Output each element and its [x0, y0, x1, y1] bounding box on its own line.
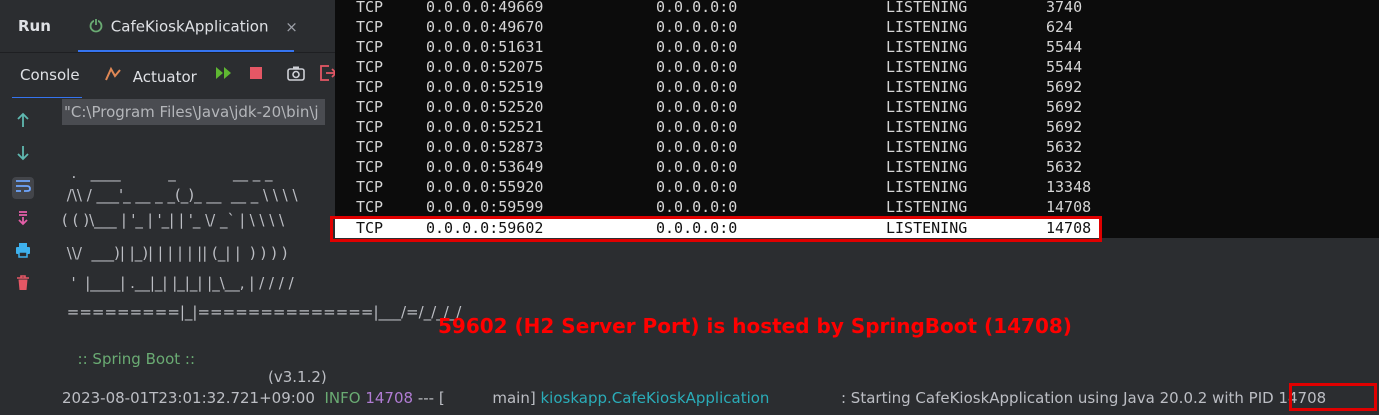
stop-icon[interactable]: [246, 65, 266, 85]
netstat-proto: TCP: [356, 78, 384, 96]
netstat-pid: 5692: [1046, 78, 1083, 96]
down-arrow-icon[interactable]: [12, 145, 34, 167]
netstat-proto: TCP: [356, 98, 384, 116]
netstat-state: LISTENING: [886, 58, 968, 76]
netstat-state: LISTENING: [886, 178, 968, 196]
spring-boot-version-line: :: Spring Boot :: (v3.1.2): [68, 332, 327, 386]
netstat-state: LISTENING: [886, 18, 968, 36]
netstat-state: LISTENING: [886, 78, 968, 96]
netstat-foreign-address: 0.0.0.0:0: [656, 0, 738, 16]
netstat-local-address: 0.0.0.0:49669: [426, 0, 544, 16]
netstat-state: LISTENING: [886, 198, 968, 216]
netstat-state: LISTENING: [886, 0, 968, 16]
netstat-proto: TCP: [356, 158, 384, 176]
netstat-local-address: 0.0.0.0:52520: [426, 98, 544, 116]
netstat-state: LISTENING: [886, 118, 968, 136]
netstat-local-address: 0.0.0.0:55920: [426, 178, 544, 196]
netstat-foreign-address: 0.0.0.0:0: [656, 178, 738, 196]
netstat-pid: 5544: [1046, 58, 1083, 76]
annotation-note: 59602 (H2 Server Port) is hosted by Spri…: [438, 314, 1072, 338]
netstat-proto: TCP: [356, 198, 384, 216]
netstat-foreign-address: 0.0.0.0:0: [656, 138, 738, 156]
log-logger[interactable]: kioskapp.CafeKioskApplication: [541, 389, 770, 407]
netstat-output: TCP 0.0.0.0:49669 0.0.0.0:0 LISTENING 3740 TC…: [335, 0, 1379, 238]
row-highlight-box: [330, 216, 1102, 242]
netstat-local-address: 0.0.0.0:52519: [426, 78, 544, 96]
banner-line: ' |____| .__|_| |_|_| |_\__, | / / / /: [62, 274, 294, 292]
netstat-local-address: 0.0.0.0:52075: [426, 58, 544, 76]
netstat-proto: TCP: [356, 18, 384, 36]
netstat-foreign-address: 0.0.0.0:0: [656, 18, 738, 36]
netstat-foreign-address: 0.0.0.0:0: [656, 198, 738, 216]
scroll-to-end-icon[interactable]: [12, 210, 34, 232]
netstat-proto: TCP: [356, 0, 384, 16]
log-line: 2023-08-01T23:01:32.721+09:00 INFO 14708…: [62, 389, 1326, 407]
spring-boot-version: (v3.1.2): [268, 368, 327, 386]
log-timestamp: 2023-08-01T23:01:32.721+09:00: [62, 389, 315, 407]
banner-line: . ____ _ __ _ _: [62, 164, 273, 182]
log-separator: --- [: [417, 389, 445, 407]
netstat-pid: 5632: [1046, 138, 1083, 156]
netstat-pid: 5692: [1046, 118, 1083, 136]
netstat-proto: TCP: [356, 178, 384, 196]
actuator-label: Actuator: [132, 68, 197, 86]
netstat-foreign-address: 0.0.0.0:0: [656, 98, 738, 116]
netstat-state: LISTENING: [886, 138, 968, 156]
rerun-icon[interactable]: [214, 65, 234, 85]
netstat-foreign-address: 0.0.0.0:0: [656, 158, 738, 176]
netstat-state: LISTENING: [886, 98, 968, 116]
log-thread: main]: [492, 389, 536, 407]
netstat-pid: 3740: [1046, 0, 1083, 16]
netstat-local-address: 0.0.0.0:49670: [426, 18, 544, 36]
log-message: : Starting CafeKioskApplication using Ja…: [840, 389, 1244, 407]
netstat-local-address: 0.0.0.0:52521: [426, 118, 544, 136]
close-icon[interactable]: ×: [285, 18, 298, 36]
tab-console[interactable]: Console: [20, 66, 80, 84]
banner-line: ( ( )\___ | '_ | '_| | '_ \/ _` | \ \ \ …: [62, 211, 285, 229]
tab-label: CafeKioskApplication: [110, 17, 269, 36]
run-panel-title: Run: [18, 17, 51, 35]
netstat-pid: 13348: [1046, 178, 1092, 196]
tab-actuator[interactable]: Actuator: [104, 66, 197, 86]
netstat-pid: 624: [1046, 18, 1074, 36]
camera-icon[interactable]: [286, 65, 306, 85]
log-pid: 14708: [365, 389, 414, 407]
netstat-proto: TCP: [356, 118, 384, 136]
netstat-pid: 5632: [1046, 158, 1083, 176]
netstat-local-address: 0.0.0.0:53649: [426, 158, 544, 176]
console-side-toolbar: [0, 98, 46, 415]
netstat-foreign-address: 0.0.0.0:0: [656, 58, 738, 76]
netstat-proto: TCP: [356, 38, 384, 56]
netstat-proto: TCP: [356, 138, 384, 156]
banner-line: =========|_|==============|___/=/_/_/_/: [62, 303, 462, 321]
netstat-local-address: 0.0.0.0:51631: [426, 38, 544, 56]
up-arrow-icon[interactable]: [12, 112, 34, 134]
netstat-foreign-address: 0.0.0.0:0: [656, 78, 738, 96]
netstat-state: LISTENING: [886, 38, 968, 56]
spring-run-icon: [88, 17, 106, 37]
netstat-pid: 5544: [1046, 38, 1083, 56]
pid-highlight-box: [1289, 383, 1377, 411]
netstat-foreign-address: 0.0.0.0:0: [656, 38, 738, 56]
netstat-pid: 14708: [1046, 198, 1092, 216]
banner-line: /\\ / ___'_ __ _ _(_)_ __ __ _ \ \ \ \: [62, 186, 298, 204]
log-level: INFO: [324, 389, 361, 407]
banner-line: \\/ ___)| |_)| | | | | || (_| | ) ) ) ): [62, 244, 288, 262]
command-line: "C:\Program Files\Java\jdk-20\bin\j: [62, 99, 325, 125]
actuator-icon: [104, 66, 128, 86]
netstat-pid: 5692: [1046, 98, 1083, 116]
soft-wrap-icon[interactable]: [12, 177, 34, 199]
netstat-local-address: 0.0.0.0:52873: [426, 138, 544, 156]
print-icon[interactable]: [12, 242, 34, 264]
netstat-state: LISTENING: [886, 158, 968, 176]
tab-cafe-kiosk-application[interactable]: CafeKioskApplication ×: [88, 17, 298, 37]
netstat-proto: TCP: [356, 58, 384, 76]
netstat-local-address: 0.0.0.0:59599: [426, 198, 544, 216]
spring-boot-label: :: Spring Boot ::: [77, 350, 195, 368]
netstat-foreign-address: 0.0.0.0:0: [656, 118, 738, 136]
trash-icon[interactable]: [12, 275, 34, 297]
